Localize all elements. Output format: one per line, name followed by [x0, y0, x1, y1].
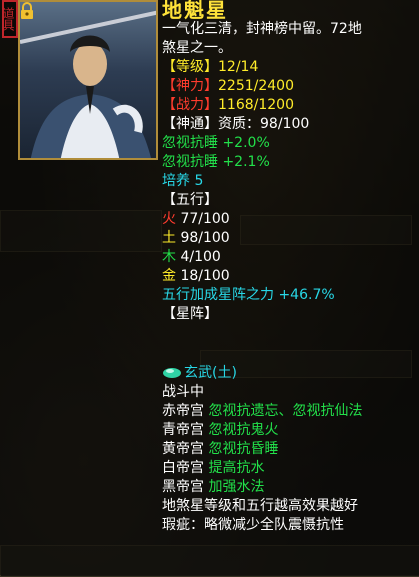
wuxing-wood: 木 4/100	[162, 249, 221, 265]
stat-combat-power: 【战力】1168/1200	[162, 97, 294, 113]
character-portrait	[18, 0, 158, 160]
palace-row: 白帝宫 提高抗水	[162, 460, 265, 476]
cultivate-line: 培养 5	[162, 173, 204, 189]
wuxing-fire: 火 77/100	[162, 211, 230, 227]
xingzhen-header: 【星阵】	[162, 305, 419, 324]
item-stamp: 道具	[1, 0, 18, 38]
item-title: 地魁星	[162, 0, 228, 22]
battle-status: 战斗中	[162, 384, 204, 400]
palace-row: 赤帝宫 忽视抗遗忘、忽视抗仙法	[162, 403, 363, 419]
note-line: 地煞星等级和五行越高效果越好	[162, 498, 358, 514]
item-details: 一气化三清，封神榜中留。72地 煞星之一。 【等级】12/14 【神力】2251…	[162, 20, 419, 324]
wuxing-metal: 金 18/100	[162, 268, 230, 284]
palace-row: 青帝宫 忽视抗鬼火	[162, 422, 279, 438]
wuxing-bonus: 五行加成星阵之力 +46.7%	[162, 287, 335, 303]
stat-level: 【等级】12/14	[162, 59, 259, 75]
description-line: 煞星之一。	[162, 40, 232, 56]
stat-ability: 【神通】资质：98/100	[162, 116, 310, 132]
wuxing-header: 【五行】	[162, 192, 218, 208]
description-line: 一气化三清，封神榜中留。72地	[162, 21, 362, 37]
stat-divine-power: 【神力】2251/2400	[162, 78, 294, 94]
portrait-art	[20, 10, 156, 158]
formation-name: 玄武(土)	[162, 364, 419, 383]
lock-icon	[21, 2, 33, 19]
wuxing-earth: 土 98/100	[162, 230, 230, 246]
palace-row: 黑帝宫 加强水法	[162, 479, 265, 495]
xingzhen-label: 【星阵】	[162, 306, 218, 322]
item-tooltip: 道具 地魁星 一气化三清，封神榜中留。72地 煞星之一。 【等级】12/14 【…	[0, 0, 419, 575]
bonus-line: 忽视抗睡 +2.0%	[162, 135, 270, 151]
gem-icon	[163, 368, 181, 378]
bonus-line: 忽视抗睡 +2.1%	[162, 154, 270, 170]
palace-row: 黄帝宫 忽视抗昏睡	[162, 441, 279, 457]
formation-section: 玄武(土) 战斗中 赤帝宫 忽视抗遗忘、忽视抗仙法 青帝宫 忽视抗鬼火 黄帝宫 …	[162, 364, 419, 535]
flaw-line: 瑕疵：略微减少全队震慑抗性	[162, 517, 344, 533]
